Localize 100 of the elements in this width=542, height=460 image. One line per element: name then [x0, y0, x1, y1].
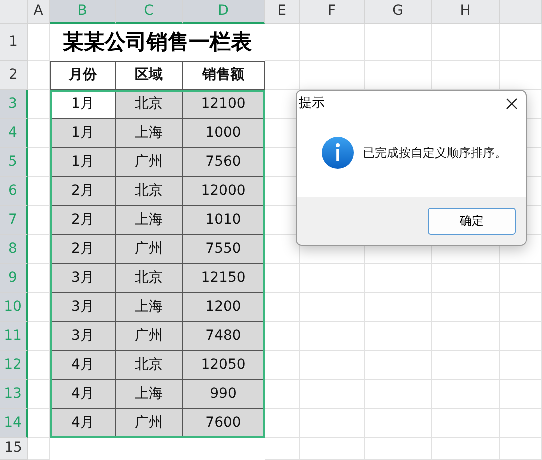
table-cell[interactable]: 990: [183, 380, 265, 409]
table-cell[interactable]: 7560: [183, 148, 265, 177]
empty-cell[interactable]: [300, 351, 365, 380]
table-cell[interactable]: 12000: [183, 177, 265, 206]
column-header[interactable]: [500, 0, 542, 24]
empty-cell[interactable]: [28, 380, 50, 409]
empty-cell[interactable]: [432, 380, 500, 409]
empty-cell[interactable]: [432, 264, 500, 293]
empty-cell[interactable]: [500, 24, 542, 61]
table-cell[interactable]: 北京: [116, 90, 183, 119]
empty-cell[interactable]: [300, 380, 365, 409]
empty-cell[interactable]: [432, 293, 500, 322]
table-cell[interactable]: 4月: [50, 351, 116, 380]
table-cell[interactable]: 1月: [50, 148, 116, 177]
column-header[interactable]: E: [265, 0, 300, 24]
table-cell[interactable]: 广州: [116, 235, 183, 264]
empty-cell[interactable]: [500, 380, 542, 409]
table-cell[interactable]: 12050: [183, 351, 265, 380]
table-cell[interactable]: 1月: [50, 90, 116, 119]
table-cell[interactable]: 上海: [116, 119, 183, 148]
table-cell[interactable]: 1200: [183, 293, 265, 322]
table-cell[interactable]: 7600: [183, 409, 265, 438]
empty-cell[interactable]: [28, 322, 50, 351]
row-header[interactable]: 2: [0, 61, 28, 90]
empty-cell[interactable]: [500, 438, 542, 460]
empty-cell[interactable]: [365, 264, 432, 293]
empty-cell[interactable]: [365, 351, 432, 380]
empty-cell[interactable]: [28, 206, 50, 235]
table-cell[interactable]: 4月: [50, 380, 116, 409]
column-heading: 销售额: [183, 61, 265, 90]
ok-button[interactable]: 确定: [428, 208, 516, 234]
empty-cell[interactable]: [28, 409, 50, 438]
empty-cell[interactable]: [500, 293, 542, 322]
empty-cell[interactable]: [500, 264, 542, 293]
empty-cell[interactable]: [432, 438, 500, 460]
table-cell[interactable]: 3月: [50, 322, 116, 351]
table-cell[interactable]: 1010: [183, 206, 265, 235]
empty-cell[interactable]: [365, 293, 432, 322]
table-cell[interactable]: 北京: [116, 177, 183, 206]
table-cell[interactable]: 12150: [183, 264, 265, 293]
empty-cell[interactable]: [432, 24, 500, 61]
empty-cell[interactable]: [300, 293, 365, 322]
empty-cell[interactable]: [365, 24, 432, 61]
empty-cell[interactable]: [432, 322, 500, 351]
row-header[interactable]: 1: [0, 24, 28, 61]
table-cell[interactable]: 2月: [50, 235, 116, 264]
empty-cell[interactable]: [500, 409, 542, 438]
table-cell[interactable]: 上海: [116, 293, 183, 322]
empty-cell[interactable]: [300, 438, 365, 460]
empty-cell[interactable]: [300, 24, 365, 61]
column-header[interactable]: F: [300, 0, 365, 24]
empty-cell[interactable]: [432, 351, 500, 380]
empty-cell[interactable]: [28, 177, 50, 206]
table-cell[interactable]: 北京: [116, 351, 183, 380]
table-cell[interactable]: 广州: [116, 409, 183, 438]
empty-cell[interactable]: [365, 380, 432, 409]
table-cell[interactable]: 7550: [183, 235, 265, 264]
empty-cell[interactable]: [365, 438, 432, 460]
empty-cell[interactable]: [300, 264, 365, 293]
dialog-message: 已完成按自定义顺序排序。: [363, 145, 507, 162]
empty-cell[interactable]: [28, 293, 50, 322]
table-cell[interactable]: 1000: [183, 119, 265, 148]
empty-cell[interactable]: [300, 409, 365, 438]
table-cell[interactable]: 2月: [50, 206, 116, 235]
row-header[interactable]: 15: [0, 438, 28, 460]
column-heading: 区域: [116, 61, 183, 90]
empty-cell[interactable]: [28, 119, 50, 148]
table-cell[interactable]: 2月: [50, 177, 116, 206]
table-cell[interactable]: 7480: [183, 322, 265, 351]
corner-cell[interactable]: [0, 0, 28, 24]
info-icon: [321, 136, 355, 170]
table-cell[interactable]: 3月: [50, 264, 116, 293]
table-cell[interactable]: 3月: [50, 293, 116, 322]
empty-cell[interactable]: [28, 235, 50, 264]
table-cell[interactable]: 上海: [116, 206, 183, 235]
empty-cell[interactable]: [28, 90, 50, 119]
sheet-title: 某某公司销售一栏表: [62, 28, 253, 56]
column-header[interactable]: A: [28, 0, 50, 24]
table-cell[interactable]: 1月: [50, 119, 116, 148]
dialog-title: 提示: [299, 95, 325, 114]
empty-cell[interactable]: [500, 351, 542, 380]
column-header[interactable]: H: [432, 0, 500, 24]
empty-cell[interactable]: [365, 409, 432, 438]
table-cell[interactable]: 北京: [116, 264, 183, 293]
empty-cell[interactable]: [28, 351, 50, 380]
empty-cell[interactable]: [432, 409, 500, 438]
table-cell[interactable]: 上海: [116, 380, 183, 409]
empty-cell[interactable]: [28, 148, 50, 177]
empty-cell[interactable]: [265, 438, 300, 460]
empty-cell[interactable]: [28, 264, 50, 293]
column-heading: 月份: [50, 61, 116, 90]
close-icon[interactable]: [506, 98, 518, 110]
empty-cell[interactable]: [300, 322, 365, 351]
table-cell[interactable]: 广州: [116, 148, 183, 177]
column-header[interactable]: G: [365, 0, 432, 24]
table-cell[interactable]: 4月: [50, 409, 116, 438]
table-cell[interactable]: 12100: [183, 90, 265, 119]
table-cell[interactable]: 广州: [116, 322, 183, 351]
empty-cell[interactable]: [500, 322, 542, 351]
empty-cell[interactable]: [365, 322, 432, 351]
